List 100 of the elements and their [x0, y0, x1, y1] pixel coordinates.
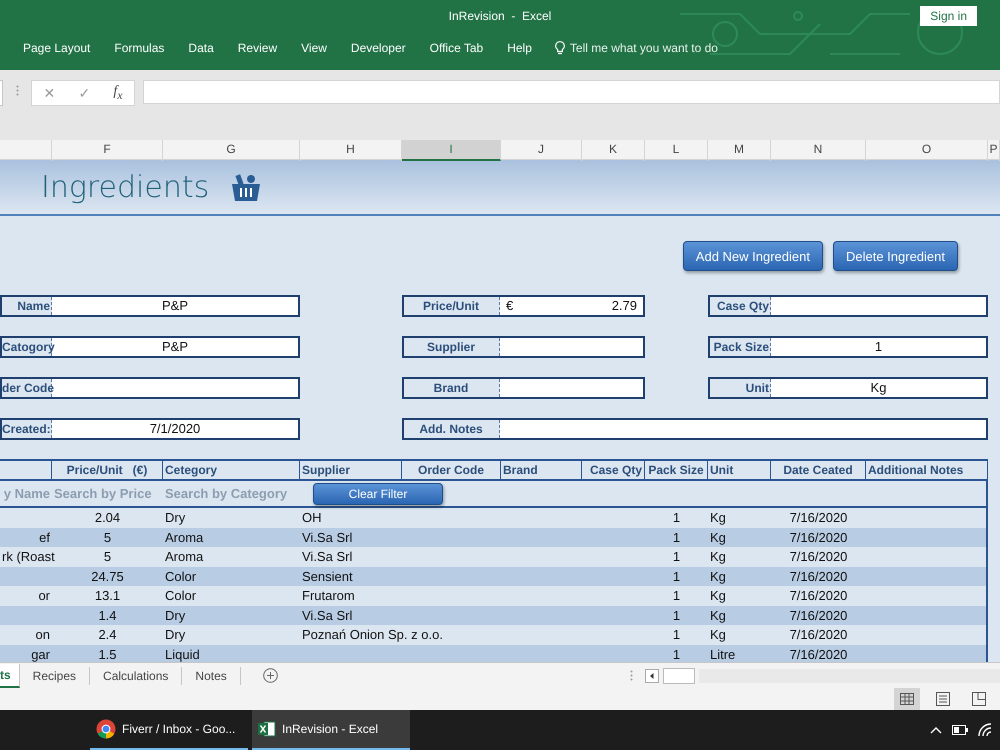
- table-cell-text: 1: [672, 606, 682, 624]
- taskbar-item[interactable]: InRevision - Excel: [252, 710, 410, 750]
- more-icon: [16, 85, 18, 96]
- table-cell-text: Color: [164, 568, 198, 586]
- ribbon-tab[interactable]: Developer: [340, 41, 417, 55]
- table-cell-text: Vi.Sa Srl: [301, 528, 354, 546]
- sheet-tab[interactable]: ts: [0, 664, 20, 688]
- battery-icon[interactable]: [952, 725, 968, 735]
- table-cell-text: on: [34, 626, 51, 644]
- table-cell-text: Kg: [709, 606, 727, 625]
- sign-in-button[interactable]: Sign in: [920, 6, 977, 26]
- table-cell-text: 7/16/2020: [788, 528, 848, 546]
- table-cell-text: Kg: [709, 626, 727, 644]
- text-field[interactable]: 1: [771, 338, 986, 356]
- column-heading: Order Code: [402, 461, 501, 479]
- column-heading: Brand: [501, 461, 582, 479]
- column-header[interactable]: I: [402, 140, 501, 161]
- table-cell-text: Dry: [164, 509, 186, 527]
- table-cell-text: gar: [30, 646, 51, 662]
- table-cell-text: Kg: [709, 548, 727, 566]
- formula-input[interactable]: [143, 80, 1000, 104]
- table-cell-text: 1: [672, 646, 682, 662]
- scroll-thumb[interactable]: [663, 668, 695, 684]
- column-heading: Price/Unit (€): [52, 461, 163, 479]
- table-cell-text: Kg: [709, 568, 727, 586]
- view-button[interactable]: [894, 688, 920, 710]
- action-button[interactable]: Add New Ingredient: [682, 241, 823, 271]
- ribbon-tab[interactable]: Office Tab: [418, 41, 494, 55]
- table-cell-text: Kg: [709, 528, 727, 547]
- field-label: Supplier: [404, 338, 500, 356]
- table-cell-text: 2.04: [94, 509, 122, 527]
- table-cell-text: 1: [672, 568, 682, 586]
- table-cell-text: 1: [672, 528, 682, 546]
- name-box[interactable]: [0, 80, 3, 106]
- table-cell-text: 1: [672, 626, 682, 644]
- search-field[interactable]: Search by Price: [52, 486, 163, 501]
- table-cell-text: 1.5: [97, 646, 118, 662]
- table-cell-text: 7/16/2020: [788, 587, 848, 605]
- field-label: Price/Unit: [404, 297, 500, 315]
- insert-function-button[interactable]: f$_{x}$: [113, 84, 122, 102]
- table-cell-text: Frutarom: [301, 587, 356, 605]
- caret-icon[interactable]: [930, 726, 942, 734]
- table-cell-text: 7/16/2020: [788, 568, 848, 586]
- search-field[interactable]: Search by Category: [163, 486, 300, 501]
- table-cell-text: Aroma: [164, 528, 204, 546]
- page-icon: [936, 692, 950, 706]
- text-field[interactable]: € 2.79: [500, 297, 643, 315]
- table-cell-text: 1: [672, 587, 682, 605]
- page-break-icon: [972, 692, 986, 706]
- sheet-tab[interactable]: Notes: [182, 666, 241, 684]
- table-cell-text: Poznań Onion Sp. z o.o.: [301, 626, 444, 644]
- ribbon-tab[interactable]: Help: [496, 41, 543, 55]
- column-heading: Pack Size: [645, 461, 708, 479]
- field-label: Pack Size: [710, 338, 771, 356]
- field-label: Add. Notes: [404, 420, 500, 438]
- text-field[interactable]: P&P: [52, 297, 298, 315]
- table-cell-text: 7/16/2020: [788, 548, 848, 566]
- splitter-icon[interactable]: [630, 670, 633, 681]
- column-heading: Date Ceated: [771, 461, 866, 479]
- table-cell-text: 7/16/2020: [788, 509, 848, 527]
- sheet-title: Ingredients: [41, 170, 210, 204]
- table-cell-text: OH: [301, 509, 322, 527]
- table-cell-text: Litre: [709, 646, 736, 662]
- table-cell-text: Sensient: [301, 568, 354, 586]
- tell-me-search[interactable]: Tell me what you want to do: [570, 41, 718, 55]
- taskbar-item[interactable]: Fiverr / Inbox - Goo...: [90, 710, 248, 750]
- field-label: der Code: [2, 379, 52, 397]
- table-cell-text: ef: [38, 528, 51, 546]
- action-button[interactable]: Delete Ingredient: [832, 241, 958, 271]
- text-field[interactable]: 7/1/2020: [52, 420, 298, 438]
- sheet-tab[interactable]: Calculations: [90, 666, 182, 684]
- text-field[interactable]: Kg: [771, 379, 986, 397]
- add-sheet-icon[interactable]: [262, 668, 278, 683]
- column-heading: Supplier: [300, 461, 402, 479]
- field-label: Brand: [404, 379, 500, 397]
- table-cell-text: Kg: [709, 587, 727, 605]
- table-cell-text: Vi.Sa Srl: [301, 606, 354, 624]
- grid-icon: [900, 693, 914, 705]
- clear-filter-button[interactable]: Clear Filter: [313, 482, 443, 504]
- sheet-tab[interactable]: Recipes: [20, 666, 90, 684]
- wifi-icon[interactable]: [978, 723, 994, 737]
- column-heading: Unit: [708, 461, 771, 479]
- ribbon-tab[interactable]: Review: [226, 41, 288, 55]
- table-cell-text: 5: [102, 528, 112, 546]
- table-cell-text: 13.1: [94, 587, 122, 605]
- field-label: Name: [2, 297, 52, 315]
- ribbon-tab[interactable]: Formulas: [103, 41, 176, 55]
- window-title: InRevision - Excel: [448, 9, 552, 23]
- ribbon-tab[interactable]: Data: [177, 41, 225, 55]
- table-cell-text: Aroma: [164, 548, 204, 566]
- table-cell-text: 1: [672, 548, 682, 566]
- table-cell-text: Color: [164, 587, 198, 605]
- table-cell-text: 24.75: [90, 568, 125, 586]
- ribbon-tab[interactable]: View: [290, 41, 338, 55]
- field-label: Case Qty: [710, 297, 771, 315]
- search-field[interactable]: y Name: [0, 486, 52, 501]
- table-cell-text: 1: [672, 509, 682, 527]
- table-cell-text: Liquid: [164, 646, 201, 662]
- scroll-left-icon[interactable]: [645, 668, 659, 682]
- ribbon-tab[interactable]: Page Layout: [12, 41, 102, 55]
